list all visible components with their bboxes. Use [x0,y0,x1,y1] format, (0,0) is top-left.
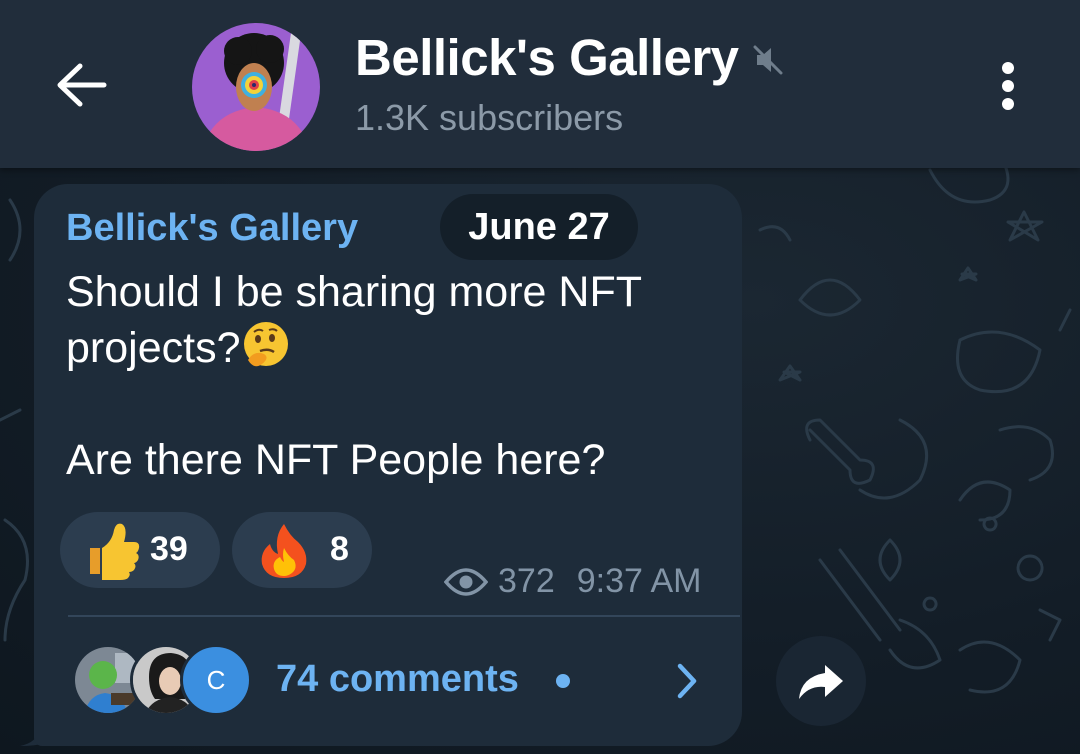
speaker-muted-icon [753,45,783,74]
chevron-right-icon[interactable] [672,660,702,702]
arrow-left-icon[interactable] [52,58,112,112]
eye-icon [444,567,488,596]
share-button[interactable] [776,636,866,726]
post-sender-name[interactable]: Bellick's Gallery [66,207,358,250]
post-text-line [66,376,726,432]
comments-divider [68,615,740,617]
reaction-thumbs-up[interactable]: 39 [60,512,220,588]
more-vertical-icon[interactable] [990,56,1026,116]
reaction-count: 39 [150,530,188,568]
comments-count-label[interactable]: 74 comments [276,658,519,701]
channel-avatar[interactable] [192,23,320,151]
post-text-line: Are there NFT People here? [66,436,606,484]
view-count: 372 [498,562,555,600]
thumbs-up-emoji [90,523,140,580]
channel-header: Bellick's Gallery 1.3K subscribers [0,0,1080,168]
channel-title[interactable]: Bellick's Gallery [355,28,739,87]
date-badge: June 27 [440,194,638,260]
unread-dot [556,674,570,688]
post-time: 9:37 AM [576,562,702,600]
reaction-fire[interactable]: 8 [232,512,372,588]
post-text-line: Should I be sharing more NFT [66,268,642,316]
post-meta: 372 9:37 AM [444,562,701,601]
commenter-avatar: C [180,644,252,716]
post-text-line: projects? [66,320,726,376]
subscriber-count: 1.3K subscribers [355,97,624,138]
share-arrow-icon [799,665,843,699]
fire-emoji [261,524,307,578]
post-text: Should I be sharing more NFT projects? A… [66,264,726,488]
reaction-count: 8 [330,530,349,568]
thinking-face-emoji [244,322,289,367]
comments-button[interactable]: C 74 comments [60,630,740,730]
